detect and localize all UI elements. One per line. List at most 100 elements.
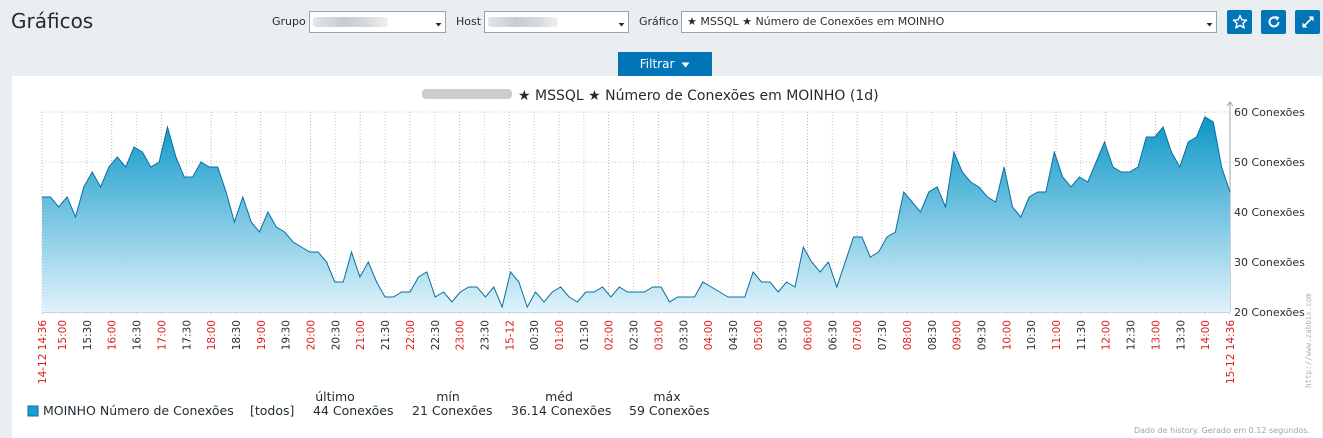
- x-tick-label: 16:00: [107, 320, 119, 350]
- refresh-icon: [1268, 15, 1279, 28]
- host-select[interactable]: [484, 11, 629, 33]
- x-tick-label: 11:30: [1076, 320, 1088, 350]
- x-tick-label: 05:00: [753, 320, 765, 350]
- x-tick-label: 07:30: [877, 320, 889, 350]
- caret-down-icon: [681, 62, 690, 67]
- x-tick-label: 08:00: [902, 320, 914, 350]
- x-tick-label: 07:00: [852, 320, 864, 350]
- x-tick-label: 15:30: [82, 320, 94, 350]
- chevron-down-icon: [1206, 23, 1213, 27]
- x-tick-label: 19:00: [256, 320, 268, 350]
- y-tick-label: 60 Conexões: [1234, 106, 1305, 119]
- y-tick-label: 20 Conexões: [1234, 306, 1305, 319]
- page-title: Gráficos: [11, 9, 94, 33]
- x-tick-label: 13:30: [1175, 320, 1187, 350]
- group-label: Grupo: [272, 15, 306, 28]
- x-tick-label: 08:30: [927, 320, 939, 350]
- x-tick-label: 16:30: [132, 320, 144, 350]
- legend-header-max: máx: [653, 389, 680, 404]
- x-tick-label: 14-12 14:36: [37, 320, 49, 384]
- x-tick-label: 22:30: [430, 320, 442, 350]
- y-axis: 60 Conexões 50 Conexões 40 Conexões 30 Cone…: [1234, 106, 1305, 319]
- x-tick-label: 22:00: [405, 320, 417, 350]
- graph-select-value: ★ MSSQL ★ Número de Conexões em MOINHO: [687, 15, 945, 28]
- legend-header-last: último: [315, 389, 355, 404]
- x-tick-label: 06:30: [827, 320, 839, 350]
- x-tick-label: 01:30: [579, 320, 591, 350]
- fullscreen-button[interactable]: [1295, 10, 1320, 34]
- legend-series-func: [todos]: [250, 403, 294, 418]
- x-tick-label: 23:00: [455, 320, 467, 350]
- x-tick-label: 12:00: [1101, 320, 1113, 350]
- graph-select[interactable]: ★ MSSQL ★ Número de Conexões em MOINHO: [681, 11, 1217, 33]
- legend-series-min: 21 Conexões: [412, 403, 493, 418]
- legend-series-max: 59 Conexões: [629, 403, 710, 418]
- watermark: http://www.zabbix.com: [1304, 293, 1313, 388]
- star-icon: [1232, 14, 1247, 29]
- x-tick-label: 10:00: [1001, 320, 1013, 350]
- chart-plot-area: [42, 116, 1231, 312]
- chevron-down-icon: [618, 23, 625, 27]
- x-tick-label: 01:00: [554, 320, 566, 350]
- x-tick-label: 05:30: [778, 320, 790, 350]
- group-select[interactable]: [309, 11, 446, 33]
- x-tick-label: 18:30: [231, 320, 243, 350]
- x-tick-label: 12:30: [1126, 320, 1138, 350]
- x-tick-label: 03:00: [653, 320, 665, 350]
- page-header: Gráficos Grupo Host Gráfico ★ MSSQL ★ Nú…: [0, 0, 1323, 44]
- legend: último mín méd máx MOINHO Número de Cone…: [27, 389, 710, 418]
- x-tick-label: 20:30: [330, 320, 342, 350]
- x-tick-label: 20:00: [306, 320, 318, 350]
- x-tick-label: 02:30: [629, 320, 641, 350]
- filter-label: Filtrar: [639, 57, 675, 71]
- redacted-value: [488, 17, 558, 27]
- x-tick-label: 15-12 14:36: [1225, 320, 1237, 384]
- host-label: Host: [456, 15, 482, 28]
- axis-arrow-icon: [1226, 101, 1234, 107]
- x-tick-label: 09:00: [952, 320, 964, 350]
- x-tick-label: 11:00: [1051, 320, 1063, 350]
- generation-note: Dado de history. Gerado em 0.12 segundos…: [1134, 426, 1310, 435]
- refresh-button[interactable]: [1261, 10, 1286, 34]
- legend-header-avg: méd: [545, 389, 573, 404]
- x-tick-label: 21:00: [355, 320, 367, 350]
- x-tick-label: 02:00: [604, 320, 616, 350]
- y-tick-label: 50 Conexões: [1234, 156, 1305, 169]
- x-axis: 14-12 14:36 15:00 15:30 16:00 16:30 17:00 17:3…: [37, 320, 1237, 384]
- graph-canvas: ★ MSSQL ★ Número de Conexões em MOINHO (…: [27, 88, 1313, 435]
- filter-toggle[interactable]: Filtrar: [618, 52, 712, 76]
- fullscreen-icon: [1301, 16, 1314, 28]
- x-tick-label: 10:30: [1026, 320, 1038, 350]
- series-area: [42, 117, 1230, 312]
- chevron-down-icon: [435, 17, 442, 28]
- x-tick-label: 15:00: [57, 320, 69, 350]
- y-tick-label: 30 Conexões: [1234, 256, 1305, 269]
- favourite-button[interactable]: [1227, 10, 1252, 34]
- x-tick-label: 23:30: [479, 320, 491, 350]
- legend-header-min: mín: [436, 389, 460, 404]
- graph-label: Gráfico: [639, 15, 679, 28]
- x-tick-label: 18:00: [206, 320, 218, 350]
- chart-title: ★ MSSQL ★ Número de Conexões em MOINHO (…: [518, 88, 879, 104]
- x-tick-label: 15-12: [504, 320, 516, 351]
- graph-panel: ★ MSSQL ★ Número de Conexões em MOINHO (…: [12, 76, 1322, 438]
- x-tick-label: 19:30: [281, 320, 293, 350]
- redacted-title-prefix: [422, 89, 512, 99]
- x-tick-label: 03:30: [678, 320, 690, 350]
- legend-series-name: MOINHO Número de Conexões: [43, 403, 234, 418]
- x-tick-label: 14:00: [1200, 320, 1212, 350]
- legend-series-avg: 36.14 Conexões: [511, 403, 611, 418]
- x-tick-label: 06:00: [803, 320, 815, 350]
- x-tick-label: 17:30: [181, 320, 193, 350]
- x-tick-label: 17:00: [156, 320, 168, 350]
- x-tick-label: 04:30: [728, 320, 740, 350]
- x-tick-label: 13:00: [1150, 320, 1162, 350]
- x-tick-label: 04:00: [703, 320, 715, 350]
- x-tick-label: 00:30: [529, 320, 541, 350]
- redacted-value: [313, 17, 388, 27]
- legend-swatch: [27, 405, 39, 417]
- x-tick-label: 09:30: [976, 320, 988, 350]
- legend-series-last: 44 Conexões: [313, 403, 394, 418]
- y-tick-label: 40 Conexões: [1234, 206, 1305, 219]
- x-tick-label: 21:30: [380, 320, 392, 350]
